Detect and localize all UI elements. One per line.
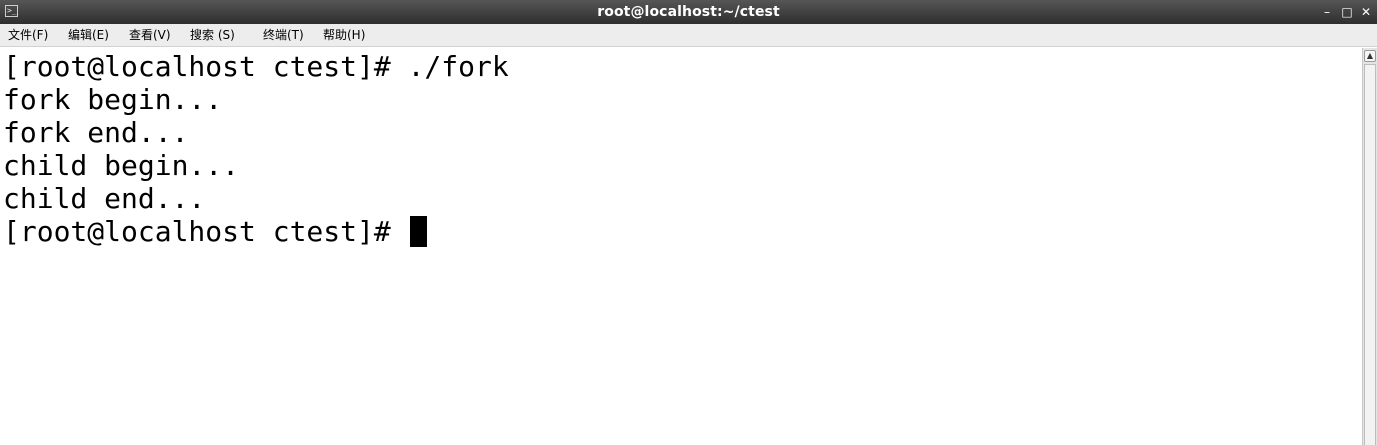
- title-bar[interactable]: >_ root@localhost:~/ctest – □ ✕: [0, 0, 1377, 24]
- terminal-line: [root@localhost ctest]# ./fork: [3, 50, 509, 83]
- text-cursor: [410, 216, 427, 247]
- window-title: root@localhost:~/ctest: [597, 4, 780, 20]
- terminal-output[interactable]: [root@localhost ctest]# ./fork fork begi…: [0, 48, 1362, 445]
- minimize-button[interactable]: –: [1320, 5, 1334, 19]
- menu-file[interactable]: 文件(F): [8, 27, 48, 44]
- terminal-prompt: [root@localhost ctest]#: [3, 215, 408, 248]
- scroll-up-arrow-icon[interactable]: ▲: [1364, 50, 1376, 62]
- menu-edit[interactable]: 编辑(E): [68, 27, 109, 44]
- scrollbar-thumb[interactable]: [1364, 64, 1376, 445]
- menu-view[interactable]: 查看(V): [129, 27, 171, 44]
- menu-bar: 文件(F) 编辑(E) 查看(V) 搜索 (S) 终端(T) 帮助(H): [0, 24, 1377, 47]
- maximize-button[interactable]: □: [1340, 5, 1354, 19]
- terminal-line: child end...: [3, 182, 206, 215]
- terminal-line: fork end...: [3, 116, 189, 149]
- menu-search[interactable]: 搜索 (S): [190, 27, 235, 44]
- vertical-scrollbar[interactable]: ▲: [1362, 48, 1377, 445]
- terminal-line: child begin...: [3, 149, 240, 182]
- close-button[interactable]: ✕: [1359, 5, 1373, 19]
- menu-terminal[interactable]: 终端(T): [263, 27, 304, 44]
- terminal-line: fork begin...: [3, 83, 223, 116]
- menu-help[interactable]: 帮助(H): [323, 27, 365, 44]
